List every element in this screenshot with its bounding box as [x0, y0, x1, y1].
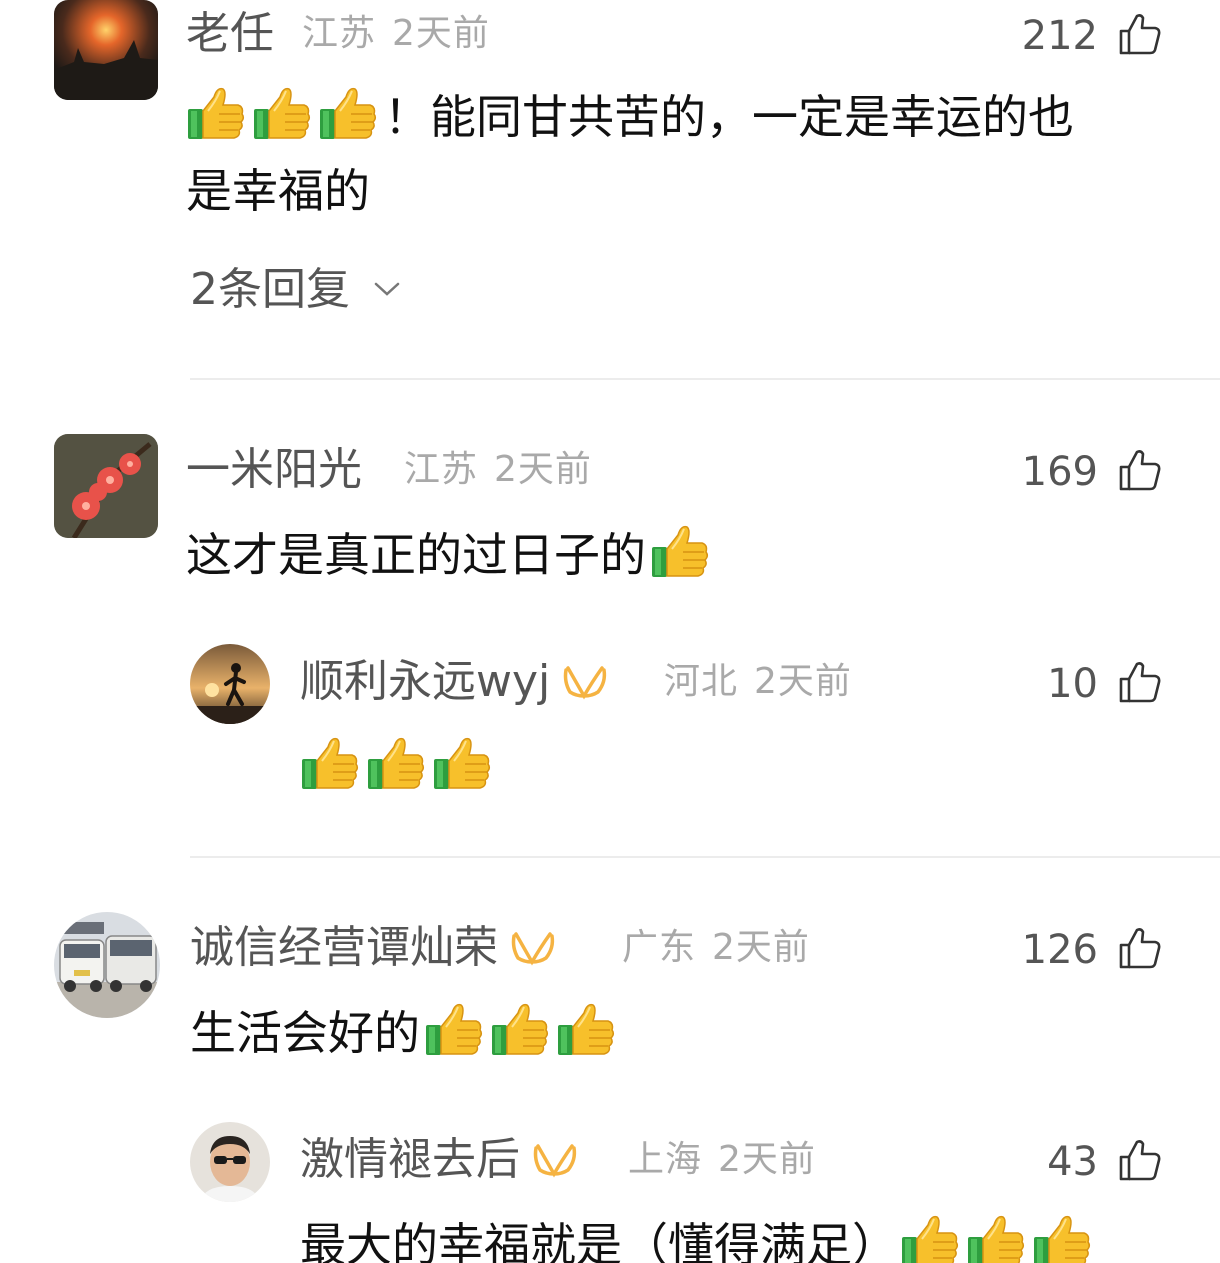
comment-author[interactable]: 一米阳光	[186, 448, 362, 492]
thumbs-up-emoji	[966, 1211, 1026, 1263]
reply-region: 上海	[628, 1139, 703, 1180]
man-sunglasses-avatar-image	[190, 1122, 270, 1202]
comment-region: 江苏	[404, 449, 479, 490]
comment-date: 2天前	[392, 13, 490, 54]
reply-date: 2天前	[754, 661, 852, 702]
thumbs-up-emoji	[424, 999, 484, 1059]
reply-author[interactable]: 激情褪去后	[300, 1138, 592, 1182]
reply-date: 2天前	[718, 1139, 816, 1180]
reply-author[interactable]: 顺利永远wyj	[300, 660, 622, 704]
like-count: 10	[1047, 661, 1098, 707]
thumbs-up-emoji	[650, 521, 710, 581]
reply-avatar[interactable]	[190, 644, 270, 724]
thumbs-up-outline-icon[interactable]	[1118, 1138, 1162, 1182]
comment-text: 生活会好的	[190, 996, 622, 1070]
reply-author-name: 顺利永远wyj	[300, 656, 551, 707]
avatar[interactable]	[54, 912, 160, 1018]
reply-region: 河北	[664, 661, 739, 702]
comment-text-content: 生活会好的	[190, 1006, 420, 1060]
flower-avatar-image	[54, 434, 158, 538]
comment-date: 2天前	[712, 927, 810, 968]
avatar[interactable]	[54, 434, 158, 538]
comment-text-content: 这才是真正的过日子的	[186, 528, 646, 582]
reply-text	[300, 730, 498, 804]
comment-text: ！能同甘共苦的，一定是幸运的也 是幸福的	[186, 80, 1074, 228]
reply-text: 最大的幸福就是（懂得满足）	[300, 1208, 1098, 1263]
thumbs-up-outline-icon[interactable]	[1118, 448, 1162, 492]
like-count: 169	[1021, 449, 1098, 495]
comment-text-content-line2: 是幸福的	[186, 164, 370, 218]
thumbs-up-outline-icon[interactable]	[1118, 660, 1162, 704]
divider	[190, 856, 1220, 858]
comment-author-name: 诚信经营谭灿荣	[190, 922, 498, 973]
comment-region: 江苏	[302, 13, 377, 54]
view-replies-label: 2条回复	[190, 264, 350, 315]
thumbs-up-emoji	[556, 999, 616, 1059]
comment-date: 2天前	[494, 449, 592, 490]
reply-text-content: 最大的幸福就是（懂得满足）	[300, 1218, 898, 1263]
reply-meta: 上海 2天前	[628, 1142, 816, 1178]
thumbs-up-emoji	[186, 83, 246, 143]
divider	[190, 378, 1220, 380]
comment-text: 这才是真正的过日子的	[186, 518, 716, 592]
vans-avatar-image	[54, 912, 160, 1018]
like-count: 43	[1047, 1139, 1098, 1185]
thumbs-up-emoji	[318, 83, 378, 143]
thumbs-up-outline-icon[interactable]	[1118, 12, 1162, 56]
thumbs-up-emoji	[252, 83, 312, 143]
thumbs-up-outline-icon[interactable]	[1118, 926, 1162, 970]
comment-meta: 江苏 2天前	[404, 452, 592, 488]
comment-text-content: ！能同甘共苦的，一定是幸运的也	[384, 90, 1074, 144]
runner-avatar-image	[190, 644, 270, 724]
comment-meta: 江苏 2天前	[302, 16, 490, 52]
vip-badge-icon	[562, 664, 608, 700]
comment-region: 广东	[622, 927, 697, 968]
sunset-avatar-image	[54, 0, 158, 100]
thumbs-up-emoji	[490, 999, 550, 1059]
like-count: 212	[1021, 13, 1098, 59]
vip-badge-icon	[532, 1142, 578, 1178]
comment-list: 老任 江苏 2天前 212 ！能同甘共苦的，一定是幸运的也 是幸福的 2条回复	[0, 0, 1220, 1263]
chevron-down-icon	[374, 282, 400, 296]
reply-author-name: 激情褪去后	[300, 1134, 520, 1185]
view-replies-button[interactable]: 2条回复	[190, 268, 402, 312]
reply-avatar[interactable]	[190, 1122, 270, 1202]
comment-author[interactable]: 老任	[186, 12, 274, 56]
comment-author[interactable]: 诚信经营谭灿荣	[190, 926, 570, 970]
thumbs-up-emoji	[300, 733, 360, 793]
thumbs-up-emoji	[1032, 1211, 1092, 1263]
thumbs-up-emoji	[366, 733, 426, 793]
avatar[interactable]	[54, 0, 158, 100]
thumbs-up-emoji	[900, 1211, 960, 1263]
comment-meta: 广东 2天前	[622, 930, 810, 966]
like-count: 126	[1021, 927, 1098, 973]
reply-meta: 河北 2天前	[664, 664, 852, 700]
thumbs-up-emoji	[432, 733, 492, 793]
vip-badge-icon	[510, 930, 556, 966]
